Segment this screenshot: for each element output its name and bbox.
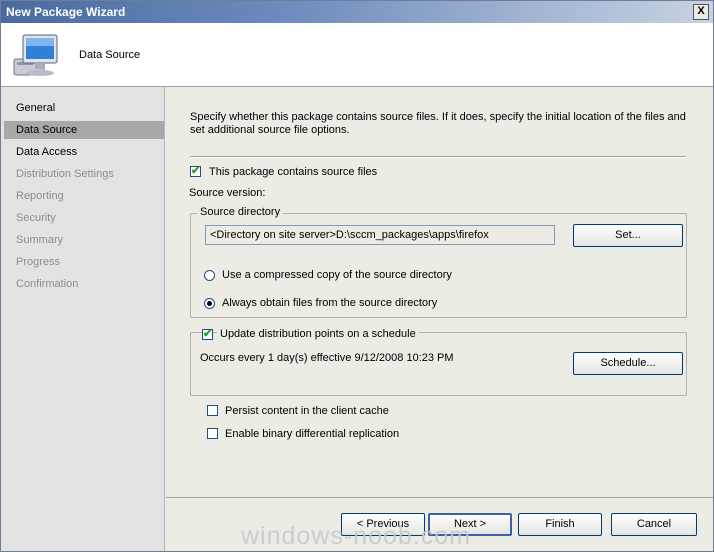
cancel-button[interactable]: Cancel bbox=[611, 513, 697, 536]
close-button[interactable]: X bbox=[693, 4, 709, 20]
wizard-content: Specify whether this package contains so… bbox=[166, 87, 713, 497]
sidebar-item-general[interactable]: General bbox=[4, 99, 164, 117]
sidebar-item-security: Security bbox=[16, 212, 56, 224]
source-directory-path-field[interactable]: <Directory on site server>D:\sccm_packag… bbox=[205, 225, 555, 245]
wizard-header: Data Source bbox=[1, 23, 713, 87]
finish-button[interactable]: Finish bbox=[518, 513, 602, 536]
set-button[interactable]: Set... bbox=[573, 224, 683, 247]
update-schedule-group: ✔ Update distribution points on a schedu… bbox=[190, 328, 687, 396]
sidebar-item-confirmation: Confirmation bbox=[16, 278, 79, 290]
sidebar-item-data-access[interactable]: Data Access bbox=[4, 143, 164, 161]
persist-cache-label[interactable]: Persist content in the client cache bbox=[225, 405, 389, 417]
binary-diff-checkbox[interactable] bbox=[207, 428, 218, 439]
title-bar[interactable]: New Package Wizard X bbox=[1, 1, 713, 23]
update-schedule-label[interactable]: Update distribution points on a schedule bbox=[217, 328, 419, 340]
schedule-button[interactable]: Schedule... bbox=[573, 352, 683, 375]
schedule-description: Occurs every 1 day(s) effective 9/12/200… bbox=[200, 352, 454, 364]
page-description: Specify whether this package contains so… bbox=[190, 111, 686, 136]
binary-diff-label[interactable]: Enable binary differential replication bbox=[225, 428, 399, 440]
sidebar-item-summary: Summary bbox=[16, 234, 64, 246]
source-version-label: Source version: bbox=[189, 187, 266, 199]
contains-source-label[interactable]: This package contains source files bbox=[209, 166, 377, 178]
sidebar-item-reporting: Reporting bbox=[16, 190, 64, 202]
source-directory-group: Source directory <Directory on site serv… bbox=[190, 206, 687, 318]
window-title: New Package Wizard bbox=[6, 5, 126, 19]
always-obtain-radio[interactable] bbox=[204, 298, 215, 309]
sidebar-item-distribution-settings: Distribution Settings bbox=[16, 168, 114, 180]
sidebar-item-data-source[interactable]: Data Source bbox=[4, 121, 164, 139]
next-button[interactable]: Next > bbox=[428, 513, 512, 536]
radio-dot bbox=[207, 301, 212, 306]
update-schedule-checkbox[interactable]: ✔ bbox=[202, 329, 213, 340]
compressed-copy-radio[interactable] bbox=[204, 270, 215, 281]
compressed-copy-label[interactable]: Use a compressed copy of the source dire… bbox=[222, 269, 452, 281]
computer-icon bbox=[13, 34, 58, 76]
always-obtain-label[interactable]: Always obtain files from the source dire… bbox=[222, 297, 437, 309]
page-title: Data Source bbox=[79, 49, 141, 61]
sidebar-item-progress: Progress bbox=[16, 256, 61, 268]
wizard-footer: < Previous Next > Finish Cancel bbox=[166, 497, 713, 551]
wizard-window: New Package Wizard X Data Source General… bbox=[0, 0, 714, 552]
source-directory-legend: Source directory bbox=[197, 206, 284, 218]
persist-cache-checkbox[interactable] bbox=[207, 405, 218, 416]
divider bbox=[190, 156, 686, 158]
contains-source-checkbox[interactable]: ✔ bbox=[190, 166, 201, 177]
previous-button[interactable]: < Previous bbox=[341, 513, 425, 536]
wizard-sidebar: General Data Source Data Access Distribu… bbox=[1, 87, 165, 551]
